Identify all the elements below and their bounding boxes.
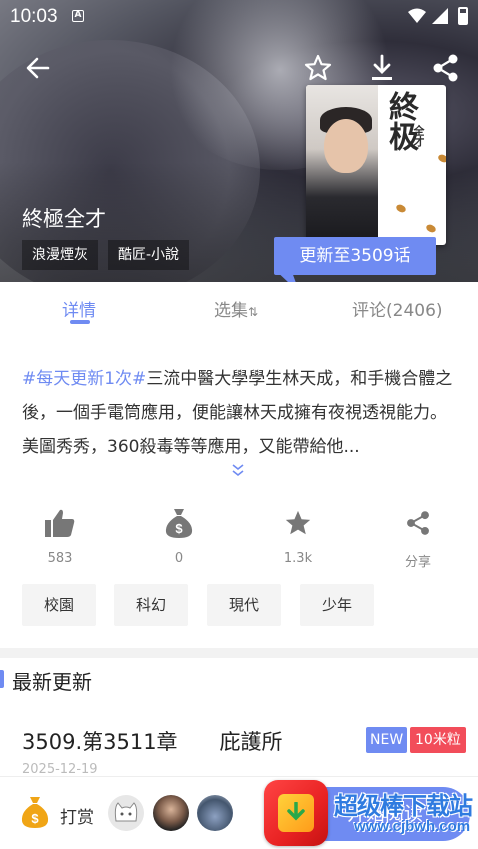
watermark-text: 超级棒下载站	[334, 792, 473, 820]
genre-tag[interactable]: 科幻	[114, 584, 188, 626]
star-outline-icon[interactable]	[302, 52, 334, 84]
cover-face	[324, 119, 368, 173]
section-divider	[0, 648, 478, 658]
signal-icon	[432, 8, 448, 24]
avatar[interactable]	[108, 795, 144, 831]
star-stat[interactable]: 1.3k	[268, 505, 328, 566]
genre-tag[interactable]: 現代	[207, 584, 281, 626]
like-stat[interactable]: 583	[30, 505, 90, 566]
battery-icon	[458, 7, 468, 25]
share-stat[interactable]: 分享	[388, 505, 448, 570]
update-status-badge: 更新至3509话	[274, 237, 436, 275]
expand-chevron-icon[interactable]	[230, 463, 246, 477]
money-bag-icon[interactable]: $	[20, 795, 50, 829]
tab-indicator	[70, 320, 90, 324]
tab-episodes-label: 选集	[214, 301, 248, 321]
watermark-url: www.cjbwh.com	[354, 818, 471, 835]
wifi-icon	[408, 8, 426, 23]
money-bag-icon: $	[165, 509, 193, 538]
like-count: 583	[47, 551, 73, 566]
book-title: 終極全才	[22, 207, 106, 231]
status-bar: 10:03 A	[0, 0, 478, 34]
share-icon	[407, 511, 429, 535]
share-icon[interactable]	[430, 52, 462, 84]
section-title: 最新更新	[12, 670, 92, 694]
genre-tag[interactable]: 校園	[22, 584, 96, 626]
tip-label[interactable]: 打赏	[60, 803, 94, 828]
download-icon[interactable]	[366, 52, 398, 84]
coin-stat[interactable]: $ 0	[149, 505, 209, 566]
status-time: 10:03	[10, 6, 58, 27]
avatar[interactable]	[153, 795, 189, 831]
book-cover[interactable]: 終极 全才	[306, 85, 446, 245]
latest-chapter-date: 2025-12-19	[22, 762, 98, 777]
cover-leaf	[436, 153, 446, 164]
a-notification-icon: A	[72, 10, 84, 22]
synopsis-text[interactable]: #每天更新1次#三流中醫大學學生林天成，和手機合體之後，一個手電筒應用，便能讓林…	[22, 362, 462, 464]
svg-text:$: $	[175, 521, 183, 536]
share-label: 分享	[404, 555, 431, 570]
source-tag[interactable]: 酷匠-小說	[108, 240, 190, 270]
cover-leaf	[394, 203, 408, 214]
genre-tag[interactable]: 少年	[300, 584, 374, 626]
tab-comments[interactable]: 评论(2406)	[352, 296, 443, 321]
thumbs-up-icon	[45, 509, 75, 537]
star-count: 1.3k	[283, 551, 313, 566]
sort-icon: ⇅	[248, 305, 259, 319]
tab-episodes[interactable]: 选集⇅	[214, 296, 258, 321]
author-tag[interactable]: 浪漫煙灰	[22, 240, 98, 270]
price-badge: 10米粒	[410, 727, 466, 753]
watermark-logo	[264, 780, 328, 846]
stats-row: 583 $ 0 1.3k 分享	[0, 505, 478, 575]
tab-bar: 详情 选集⇅ 评论(2406)	[0, 282, 478, 332]
svg-text:$: $	[31, 811, 39, 826]
section-accent	[0, 670, 4, 688]
latest-chapter-title[interactable]: 3509.第3511章 庇護所	[22, 726, 283, 756]
cover-leaf	[424, 223, 438, 234]
tab-detail[interactable]: 详情	[62, 296, 96, 321]
cover-subtitle: 全才	[412, 125, 425, 147]
download-arrow-icon	[287, 802, 305, 821]
coin-count: 0	[174, 551, 184, 566]
new-badge: NEW	[366, 727, 408, 753]
avatar[interactable]	[197, 795, 233, 831]
synopsis-hashtag[interactable]: #每天更新1次#	[22, 369, 146, 389]
star-icon	[285, 510, 311, 535]
cat-avatar-icon	[114, 802, 138, 822]
arrow-left-icon[interactable]	[22, 52, 54, 84]
